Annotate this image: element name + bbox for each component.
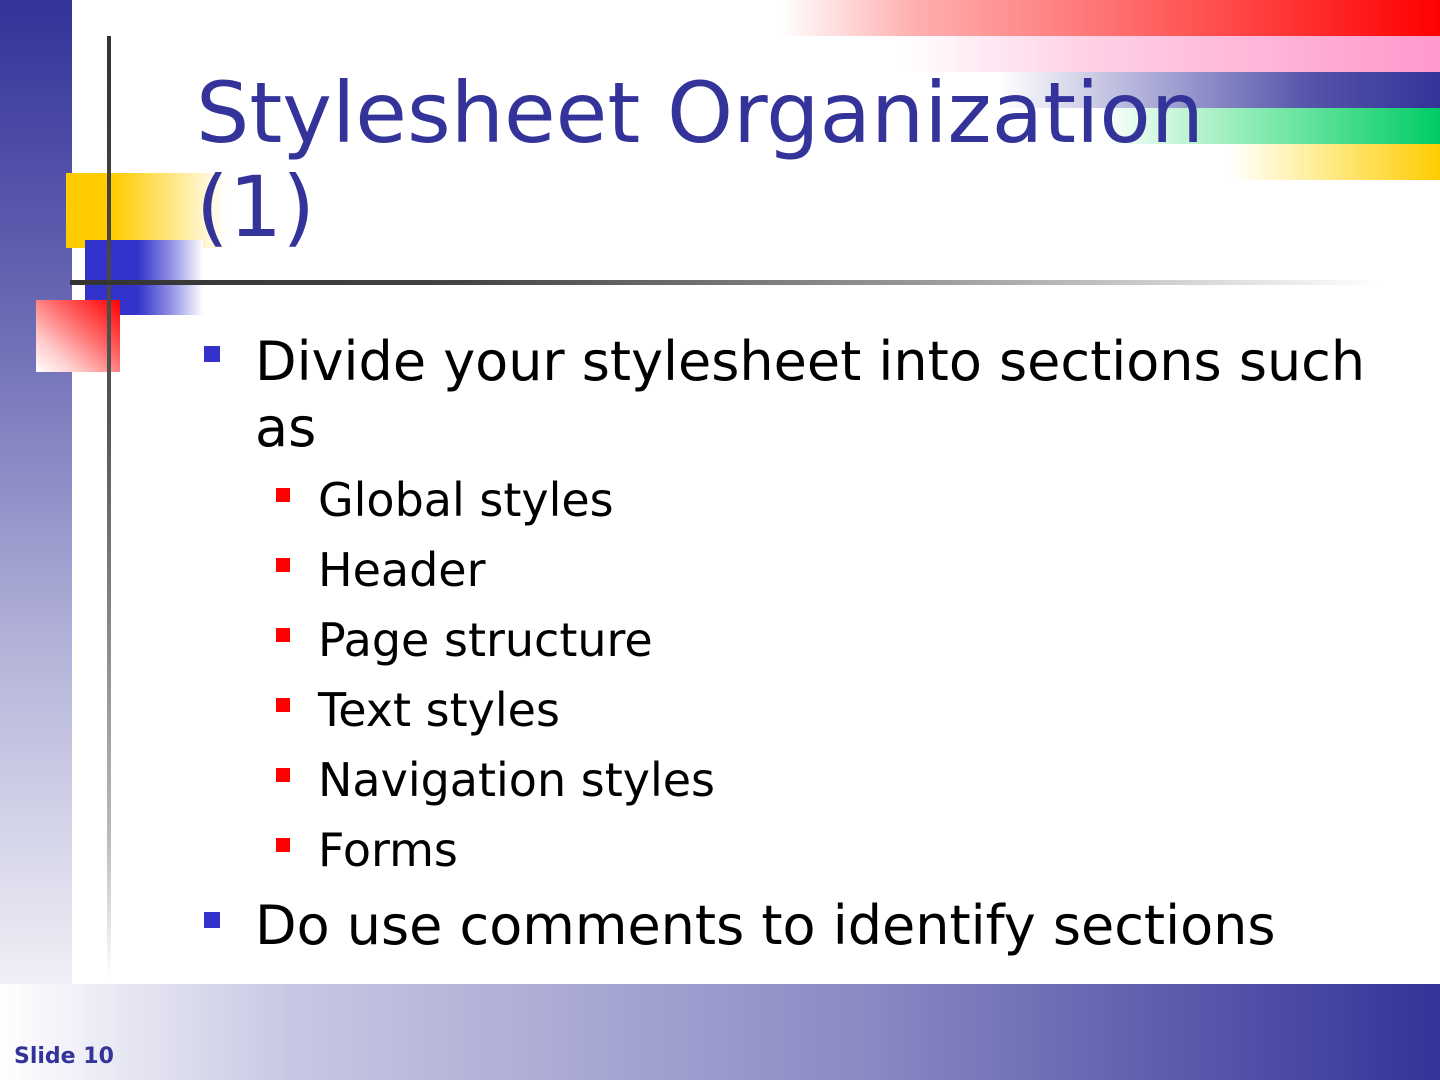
bullet-item: Divide your stylesheet into sections suc… <box>255 330 1366 459</box>
sub-bullet-item: Forms <box>318 823 458 877</box>
left-gradient-bar <box>0 0 72 996</box>
sub-bullet-marker-square-icon <box>276 488 290 502</box>
sub-bullet-item: Text styles <box>318 683 560 737</box>
slide-number: Slide 10 <box>14 1044 114 1069</box>
title-underline-rule <box>70 280 1380 285</box>
bullet-item: Do use comments to identify sections <box>255 894 1276 957</box>
decor-stripe-red <box>780 0 1440 36</box>
sub-bullet-marker-square-icon <box>276 698 290 712</box>
sub-bullet-item: Global styles <box>318 473 614 527</box>
slide-title: Stylesheet Organization (1) <box>196 64 1204 256</box>
sub-bullet-marker-square-icon <box>276 768 290 782</box>
sub-bullet-marker-square-icon <box>276 558 290 572</box>
bullet-marker-square-icon <box>204 346 220 362</box>
sub-bullet-item: Page structure <box>318 613 653 667</box>
sub-bullet-marker-square-icon <box>276 628 290 642</box>
bottom-gradient-bar <box>0 984 1440 1080</box>
bullet-marker-square-icon <box>204 912 220 928</box>
vertical-rule <box>107 36 111 980</box>
sub-bullet-item: Navigation styles <box>318 753 715 807</box>
sub-bullet-item: Header <box>318 543 486 597</box>
sub-bullet-marker-square-icon <box>276 838 290 852</box>
